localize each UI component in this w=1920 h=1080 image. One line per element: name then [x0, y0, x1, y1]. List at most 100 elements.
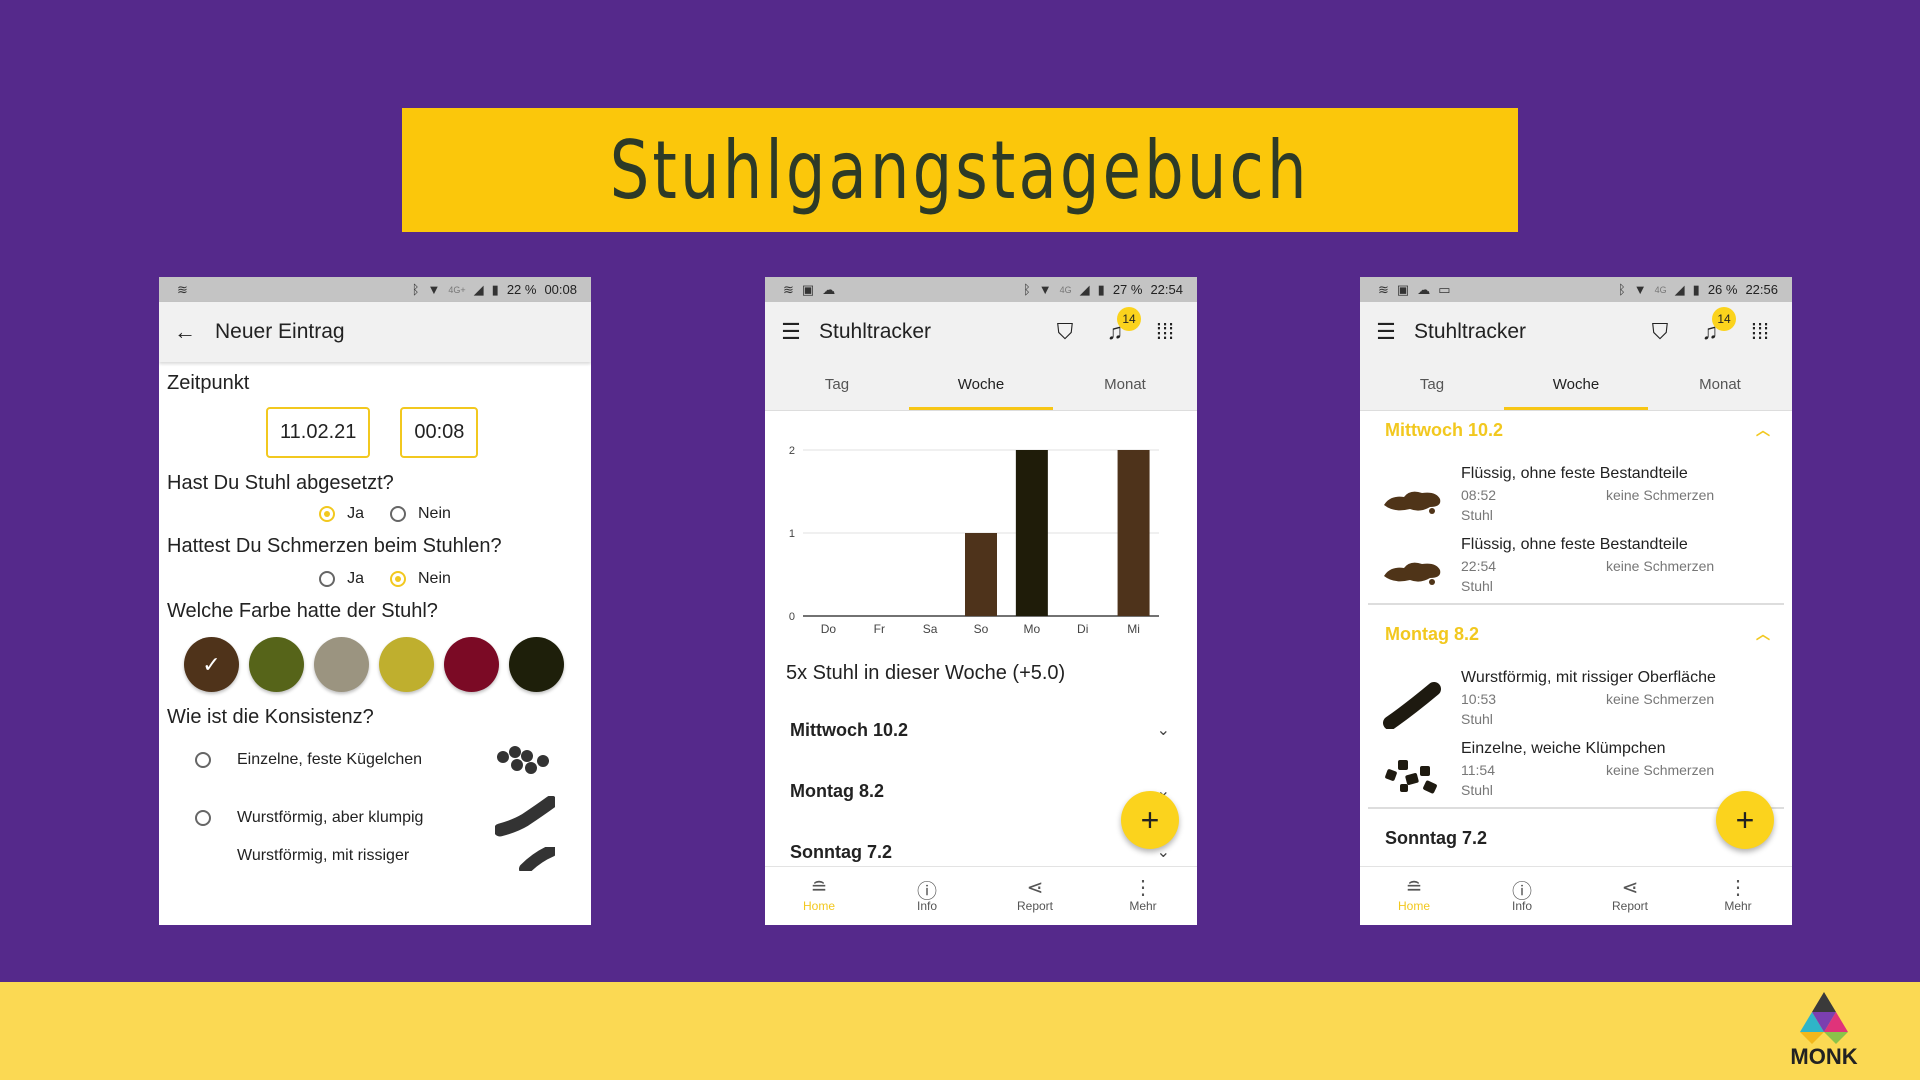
nav-home[interactable]: ≘ Home — [1360, 867, 1468, 925]
entry-item[interactable]: Flüssig, ohne feste Bestandteile 22:54 k… — [1380, 536, 1775, 606]
tab-tag[interactable]: Tag — [1360, 362, 1504, 410]
add-entry-button[interactable]: + — [1716, 791, 1774, 849]
consistency-label: Einzelne, feste Kügelchen — [237, 751, 423, 768]
day-label: Sonntag 7.2 — [790, 842, 893, 862]
nav-info[interactable]: ⓘ Info — [873, 867, 981, 925]
day-row[interactable]: Sonntag 7.2 ⌄ — [790, 842, 1180, 863]
nav-label: Mehr — [1129, 899, 1157, 913]
apps-grid-icon[interactable]: ⁞⁞⁞ — [1746, 319, 1774, 345]
color-swatch[interactable] — [314, 637, 369, 692]
more-vert-icon: ⋮ — [1133, 877, 1153, 899]
group-title: Montag 8.2 — [1385, 624, 1480, 644]
stool-radio-group: Ja Nein — [179, 505, 591, 523]
image-icon: ▣ — [1396, 281, 1410, 297]
network-type: 4G+ — [448, 284, 466, 295]
arrow-back-icon[interactable]: ← — [171, 319, 199, 345]
check-icon: ✓ — [202, 651, 221, 677]
liquid-stool-icon — [1384, 562, 1441, 585]
nav-home[interactable]: ≘ Home — [765, 867, 873, 925]
x-tick-label: Sa — [923, 622, 938, 636]
entry-title: Flüssig, ohne feste Bestandteile — [1461, 465, 1688, 482]
color-swatch[interactable] — [249, 637, 304, 692]
title-banner: Stuhlgangstagebuch — [402, 108, 1518, 232]
nav-more[interactable]: ⋮ Mehr — [1684, 867, 1792, 925]
nav-more[interactable]: ⋮ Mehr — [1089, 867, 1197, 925]
sausage-stool-icon — [1383, 682, 1441, 729]
entry-title: Wurstförmig, mit rissiger Oberfläche — [1461, 669, 1716, 686]
nav-report[interactable]: ⋖ Report — [981, 867, 1089, 925]
pain-yes-label: Ja — [347, 570, 364, 587]
entry-time: 22:54 — [1461, 558, 1497, 574]
x-tick-label: Fr — [874, 622, 885, 636]
entry-item[interactable]: Wurstförmig, mit rissiger Oberfläche 10:… — [1380, 669, 1775, 739]
color-swatch[interactable] — [379, 637, 434, 692]
monk-logo: MONK — [1788, 990, 1860, 1072]
nav-label: Report — [1016, 899, 1054, 913]
bottom-nav: ≘ Home ⓘ Info ⋖ Report ⋮ Mehr — [1360, 866, 1792, 925]
menu-icon[interactable]: ☰ — [1372, 319, 1400, 345]
pain-yes-radio[interactable] — [319, 571, 336, 587]
consistency-option[interactable]: Einzelne, feste Kügelchen — [195, 731, 591, 789]
consistency-option[interactable]: Wurstförmig, aber klumpig — [195, 789, 591, 847]
nav-label: Mehr — [1724, 899, 1752, 913]
signal-icon: ◢ — [473, 281, 484, 297]
consistency-label: Wurstförmig, mit rissiger — [237, 847, 410, 864]
tab-monat[interactable]: Monat — [1648, 362, 1792, 410]
question-stool: Hast Du Stuhl abgesetzt? — [167, 472, 394, 494]
entry-item[interactable]: Einzelne, weiche Klümpchen 11:54 keine S… — [1380, 740, 1775, 810]
pain-no-radio[interactable] — [390, 571, 406, 587]
y-tick-label: 1 — [789, 528, 795, 540]
date-field[interactable]: 11.02.21 — [266, 407, 371, 458]
bar — [965, 533, 997, 616]
stool-no-radio[interactable] — [390, 506, 406, 522]
app-bar: ☰ Stuhltracker ⛉ ♫ 14 ⁞⁞⁞ — [1360, 302, 1792, 362]
entry-title: Einzelne, weiche Klümpchen — [1461, 740, 1666, 757]
consistency-option[interactable]: Wurstförmig, mit rissiger — [195, 847, 591, 871]
divider — [1368, 603, 1784, 605]
entry-title: Flüssig, ohne feste Bestandteile — [1461, 536, 1688, 553]
nav-label: Info — [916, 899, 937, 913]
bottom-nav: ≘ Home ⓘ Info ⋖ Report ⋮ Mehr — [765, 866, 1197, 925]
stool-no-label: Nein — [418, 505, 451, 522]
chevron-down-icon: ⌄ — [1156, 722, 1170, 739]
info-icon: ⓘ — [1512, 881, 1532, 903]
bar — [1015, 450, 1048, 616]
color-swatches: ✓ — [159, 637, 591, 692]
day-row[interactable]: Montag 8.2 ⌄ — [790, 781, 1180, 802]
info-icon: ⓘ — [917, 881, 937, 903]
group-header[interactable]: Montag 8.2 ︿ — [1385, 624, 1770, 645]
color-swatch[interactable] — [444, 637, 499, 692]
question-pain: Hattest Du Schmerzen beim Stuhlen? — [167, 535, 502, 557]
stool-yes-radio[interactable] — [319, 506, 336, 522]
shield-icon[interactable]: ⛉ — [1646, 319, 1674, 345]
question-color: Welche Farbe hatte der Stuhl? — [167, 600, 438, 622]
bell-icon[interactable]: ♫ 14 — [1696, 307, 1736, 345]
group-header[interactable]: Sonntag 7.2 — [1385, 828, 1770, 849]
lumpy-sausage-icon — [495, 796, 555, 837]
wifi-icon: ▼ — [427, 282, 441, 297]
nav-label: Home — [1397, 899, 1430, 913]
day-row[interactable]: Mittwoch 10.2 ⌄ — [790, 720, 1180, 741]
entry-item[interactable]: Flüssig, ohne feste Bestandteile 08:52 k… — [1380, 465, 1775, 535]
consistency-radio[interactable] — [195, 810, 211, 826]
entry-kind: Stuhl — [1461, 578, 1493, 594]
color-swatch[interactable] — [509, 637, 564, 692]
plus-icon: + — [1140, 801, 1160, 838]
x-tick-label: Mi — [1127, 622, 1140, 636]
entry-kind: Stuhl — [1461, 782, 1493, 798]
consistency-radio[interactable] — [195, 752, 211, 768]
add-entry-button[interactable]: + — [1121, 791, 1179, 849]
nav-report[interactable]: ⋖ Report — [1576, 867, 1684, 925]
group-header[interactable]: Mittwoch 10.2 ︿ — [1385, 420, 1770, 441]
entry-pain: keine Schmerzen — [1606, 762, 1715, 778]
group-title: Sonntag 7.2 — [1385, 828, 1488, 848]
time-field[interactable]: 00:08 — [400, 407, 479, 458]
consistency-label: Wurstförmig, aber klumpig — [237, 809, 424, 826]
color-swatch[interactable]: ✓ — [184, 637, 239, 692]
phone-new-entry: ≋ ᛒ ▼ 4G+ ◢ ▮ 22 % 00:08 ← Neuer Eintrag… — [159, 277, 591, 925]
tab-woche[interactable]: Woche — [1504, 362, 1648, 410]
x-tick-label: Mo — [1024, 622, 1041, 636]
entry-pain: keine Schmerzen — [1606, 487, 1715, 503]
nav-info[interactable]: ⓘ Info — [1468, 867, 1576, 925]
pellets-icon — [497, 746, 549, 774]
